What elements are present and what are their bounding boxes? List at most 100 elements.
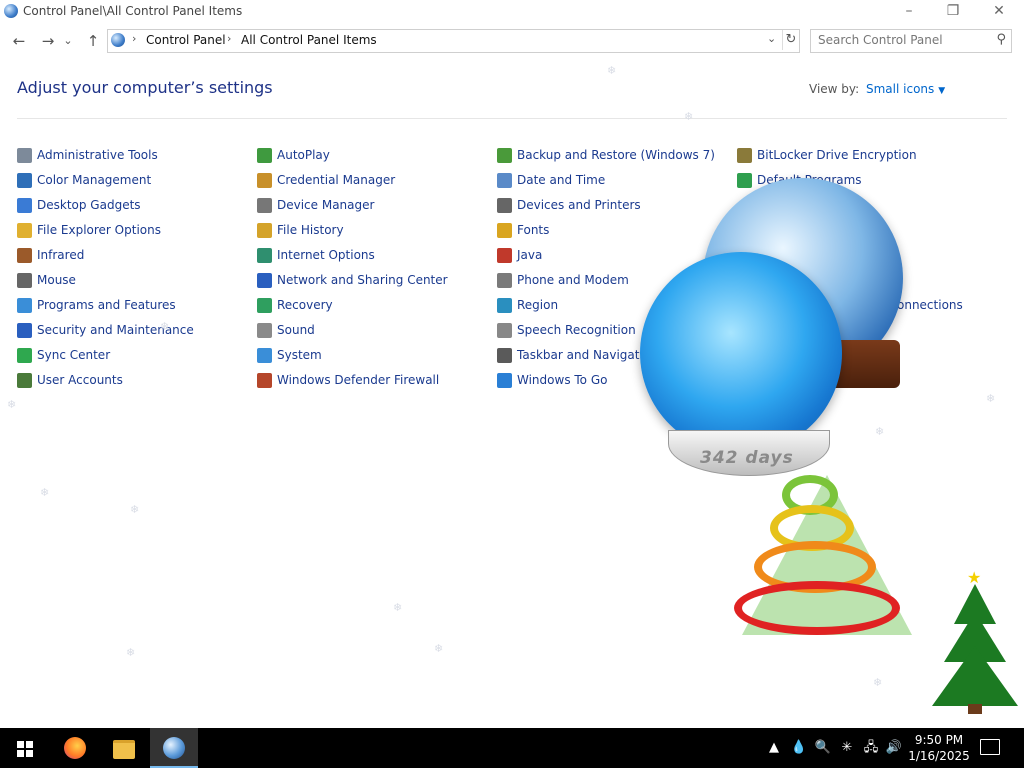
control-panel-item[interactable]: Device Manager bbox=[257, 196, 497, 221]
forward-button[interactable]: → bbox=[37, 30, 59, 52]
control-panel-item[interactable]: Color Management bbox=[17, 171, 257, 196]
flag-icon bbox=[17, 323, 32, 338]
color-management-icon bbox=[17, 173, 32, 188]
taskbar-icon bbox=[497, 348, 512, 363]
control-panel-item-label[interactable]: Color Management bbox=[37, 173, 151, 187]
view-by-dropdown[interactable]: Small icons ▼ bbox=[866, 82, 945, 96]
control-panel-item-label[interactable]: Mouse bbox=[37, 273, 76, 287]
control-panel-item-label[interactable]: Phone and Modem bbox=[517, 273, 629, 287]
control-panel-item-label[interactable]: BitLocker Drive Encryption bbox=[757, 148, 917, 162]
navigation-bar: ← → ⌄ ↑ › Control Panel › All Control Pa… bbox=[0, 28, 1024, 54]
control-panel-item[interactable]: Security and Maintenance bbox=[17, 321, 257, 346]
refresh-button[interactable]: ↻ bbox=[782, 30, 799, 50]
address-dropdown-icon[interactable]: ⌄ bbox=[767, 32, 776, 45]
search-input[interactable]: Search Control Panel bbox=[818, 33, 943, 47]
control-panel-item[interactable]: BitLocker Drive Encryption bbox=[737, 146, 977, 171]
control-panel-item-label[interactable]: Windows To Go bbox=[517, 373, 607, 387]
address-bar[interactable]: › Control Panel › All Control Panel Item… bbox=[107, 29, 800, 53]
network-icon[interactable]: 🖧 bbox=[861, 728, 881, 768]
control-panel-item[interactable]: Windows Defender Firewall bbox=[257, 371, 497, 396]
tray-droplet-icon[interactable]: 💧 bbox=[789, 728, 809, 768]
control-panel-item[interactable]: Mouse bbox=[17, 271, 257, 296]
minimize-button[interactable]: – bbox=[886, 0, 932, 24]
up-button[interactable]: ↑ bbox=[82, 30, 104, 52]
control-panel-item-label[interactable]: System bbox=[277, 348, 322, 362]
control-panel-item-label[interactable]: Region bbox=[517, 298, 558, 312]
notifications-icon[interactable] bbox=[980, 739, 1000, 755]
control-panel-item-label[interactable]: Date and Time bbox=[517, 173, 605, 187]
tray-app-icon[interactable]: ▲ bbox=[763, 728, 785, 768]
start-button[interactable] bbox=[0, 728, 48, 768]
clock-time[interactable]: 9:50 PM bbox=[906, 732, 972, 748]
clock-date[interactable]: 1/16/2025 bbox=[906, 748, 972, 764]
control-panel-item-label[interactable]: Java bbox=[517, 248, 542, 262]
control-panel-item[interactable]: Recovery bbox=[257, 296, 497, 321]
control-panel-item[interactable]: Administrative Tools bbox=[17, 146, 257, 171]
control-panel-item-label[interactable]: Desktop Gadgets bbox=[37, 198, 141, 212]
clock[interactable]: 9:50 PM 1/16/2025 bbox=[906, 732, 972, 764]
dropdown-arrow-icon[interactable]: ▼ bbox=[938, 86, 945, 96]
view-by-value[interactable]: Small icons bbox=[866, 82, 934, 96]
folder-icon bbox=[113, 740, 135, 759]
control-panel-item-label[interactable]: Sound bbox=[277, 323, 315, 337]
control-panel-item[interactable]: Programs and Features bbox=[17, 296, 257, 321]
control-panel-item[interactable]: Backup and Restore (Windows 7) bbox=[497, 146, 737, 171]
tray-snowflake-icon[interactable]: ✳ bbox=[837, 728, 857, 768]
control-panel-item[interactable]: File History bbox=[257, 221, 497, 246]
restore-button[interactable]: ❐ bbox=[930, 0, 976, 24]
recent-locations-button[interactable]: ⌄ bbox=[61, 30, 75, 52]
title-bar: Control Panel\All Control Panel Items – … bbox=[0, 0, 1024, 24]
control-panel-item[interactable]: Desktop Gadgets bbox=[17, 196, 257, 221]
control-panel-item-label[interactable]: Device Manager bbox=[277, 198, 374, 212]
control-panel-item[interactable]: Credential Manager bbox=[257, 171, 497, 196]
control-panel-item[interactable]: Infrared bbox=[17, 246, 257, 271]
partial-item-label[interactable]: onnections bbox=[897, 298, 963, 312]
search-icon[interactable]: ⚲ bbox=[996, 32, 1006, 47]
control-panel-item[interactable]: User Accounts bbox=[17, 371, 257, 396]
control-panel-item-label[interactable]: Taskbar and Navigation bbox=[517, 348, 658, 362]
control-panel-item-label[interactable]: Internet Options bbox=[277, 248, 375, 262]
control-panel-item[interactable]: Internet Options bbox=[257, 246, 497, 271]
control-panel-item-label[interactable]: Sync Center bbox=[37, 348, 110, 362]
control-panel-item-label[interactable]: Recovery bbox=[277, 298, 333, 312]
control-panel-item[interactable]: Date and Time bbox=[497, 171, 737, 196]
control-panel-item[interactable]: Sync Center bbox=[17, 346, 257, 371]
close-button[interactable]: ✕ bbox=[976, 0, 1022, 24]
control-panel-item-label[interactable]: Security and Maintenance bbox=[37, 323, 194, 337]
search-box[interactable]: Search Control Panel ⚲ bbox=[810, 29, 1012, 53]
control-panel-item-label[interactable]: Administrative Tools bbox=[37, 148, 158, 162]
taskbar-control-panel[interactable] bbox=[150, 728, 198, 768]
breadcrumb-all-items[interactable]: All Control Panel Items bbox=[241, 33, 377, 47]
taskbar-firefox[interactable] bbox=[52, 728, 100, 768]
snow-globe-front[interactable] bbox=[640, 252, 842, 454]
control-panel-item-label[interactable]: Network and Sharing Center bbox=[277, 273, 448, 287]
control-panel-item-label[interactable]: AutoPlay bbox=[277, 148, 330, 162]
control-panel-item[interactable]: Sound bbox=[257, 321, 497, 346]
taskbar-file-explorer[interactable] bbox=[100, 728, 148, 768]
control-panel-item-label[interactable]: Credential Manager bbox=[277, 173, 395, 187]
control-panel-item-label[interactable]: Windows Defender Firewall bbox=[277, 373, 439, 387]
control-panel-item[interactable]: File Explorer Options bbox=[17, 221, 257, 246]
control-panel-item-label[interactable]: Fonts bbox=[517, 223, 549, 237]
control-panel-item-label[interactable]: Speech Recognition bbox=[517, 323, 636, 337]
control-panel-item[interactable]: Network and Sharing Center bbox=[257, 271, 497, 296]
tray-search-icon[interactable]: 🔍 bbox=[813, 728, 833, 768]
breadcrumb-separator[interactable]: › bbox=[132, 32, 136, 45]
control-panel-item[interactable]: System bbox=[257, 346, 497, 371]
back-button[interactable]: ← bbox=[8, 30, 30, 52]
control-panel-item-label[interactable]: User Accounts bbox=[37, 373, 123, 387]
control-panel-item-label[interactable]: File History bbox=[277, 223, 344, 237]
items-column-2: AutoPlay Credential Manager Device Manager… bbox=[257, 146, 497, 396]
control-panel-item[interactable]: AutoPlay bbox=[257, 146, 497, 171]
breadcrumb-separator[interactable]: › bbox=[227, 32, 231, 45]
breadcrumb-control-panel[interactable]: Control Panel bbox=[146, 33, 226, 47]
taskbar: ▲ 💧 🔍 ✳ 🖧 🔊 9:50 PM 1/16/2025 bbox=[0, 728, 1024, 768]
control-panel-item[interactable]: Fonts bbox=[497, 221, 737, 246]
control-panel-item-label[interactable]: Backup and Restore (Windows 7) bbox=[517, 148, 715, 162]
control-panel-item-label[interactable]: Infrared bbox=[37, 248, 84, 262]
control-panel-item[interactable]: Devices and Printers bbox=[497, 196, 737, 221]
control-panel-item-label[interactable]: Programs and Features bbox=[37, 298, 176, 312]
volume-icon[interactable]: 🔊 bbox=[883, 728, 905, 768]
control-panel-item-label[interactable]: File Explorer Options bbox=[37, 223, 161, 237]
control-panel-item-label[interactable]: Devices and Printers bbox=[517, 198, 641, 212]
